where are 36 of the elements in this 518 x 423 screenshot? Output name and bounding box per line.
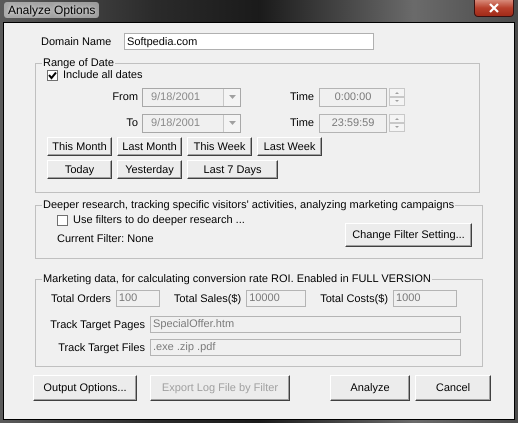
current-filter-text: Current Filter: None: [57, 233, 155, 245]
checkbox[interactable]: [47, 70, 58, 80]
total-label: Total Orders: [51, 292, 111, 304]
date-preset-button[interactable]: Today: [47, 160, 112, 179]
dialog-button[interactable]: Cancel: [415, 375, 491, 401]
domain-label: Domain Name: [41, 36, 112, 48]
track-label: Track Target Files: [57, 342, 146, 354]
group-title: Marketing data, for calculating conversion rate ROI. Enabled in FULL VERSION: [42, 273, 432, 285]
date-preset-button[interactable]: Yesterday: [117, 160, 182, 179]
close-icon: [488, 3, 500, 13]
dropdown-arrow-icon: [228, 121, 236, 125]
track-label: Track Target Pages: [49, 318, 146, 330]
date-preset-button[interactable]: This Month: [47, 137, 112, 156]
dialog-button[interactable]: Analyze: [330, 375, 410, 401]
window-title: Analyze Options: [4, 2, 100, 18]
date-preset-button[interactable]: Last 7 Days: [187, 160, 278, 179]
dropdown-arrow-icon: [228, 95, 236, 99]
domain-field[interactable]: Softpedia.com: [124, 33, 374, 50]
check-icon: [48, 70, 57, 80]
total-label: Total Costs($): [320, 292, 388, 304]
time-label: Time: [290, 91, 316, 103]
change-filter-button[interactable]: Change Filter Setting...: [345, 223, 472, 247]
date-preset-button[interactable]: This Week: [187, 137, 252, 156]
time-label: Time: [290, 117, 316, 129]
close-button[interactable]: [474, 0, 514, 17]
checkbox-label: Include all dates: [63, 69, 142, 81]
dialog-button[interactable]: Output Options...: [33, 375, 137, 401]
date-label: From: [111, 91, 139, 103]
include-all-checkbox[interactable]: Include all dates: [47, 69, 479, 81]
total-label: Total Sales($): [174, 292, 242, 304]
date-preset-button[interactable]: Last Week: [257, 137, 322, 156]
group-title: Range of Date: [42, 57, 115, 69]
checkbox[interactable]: [57, 214, 68, 226]
date-label: To: [125, 117, 139, 129]
group-title: Deeper research, tracking specific visitors' activities, analyzing marketing campaigns: [42, 199, 456, 211]
date-preset-button[interactable]: Last Month: [117, 137, 182, 156]
